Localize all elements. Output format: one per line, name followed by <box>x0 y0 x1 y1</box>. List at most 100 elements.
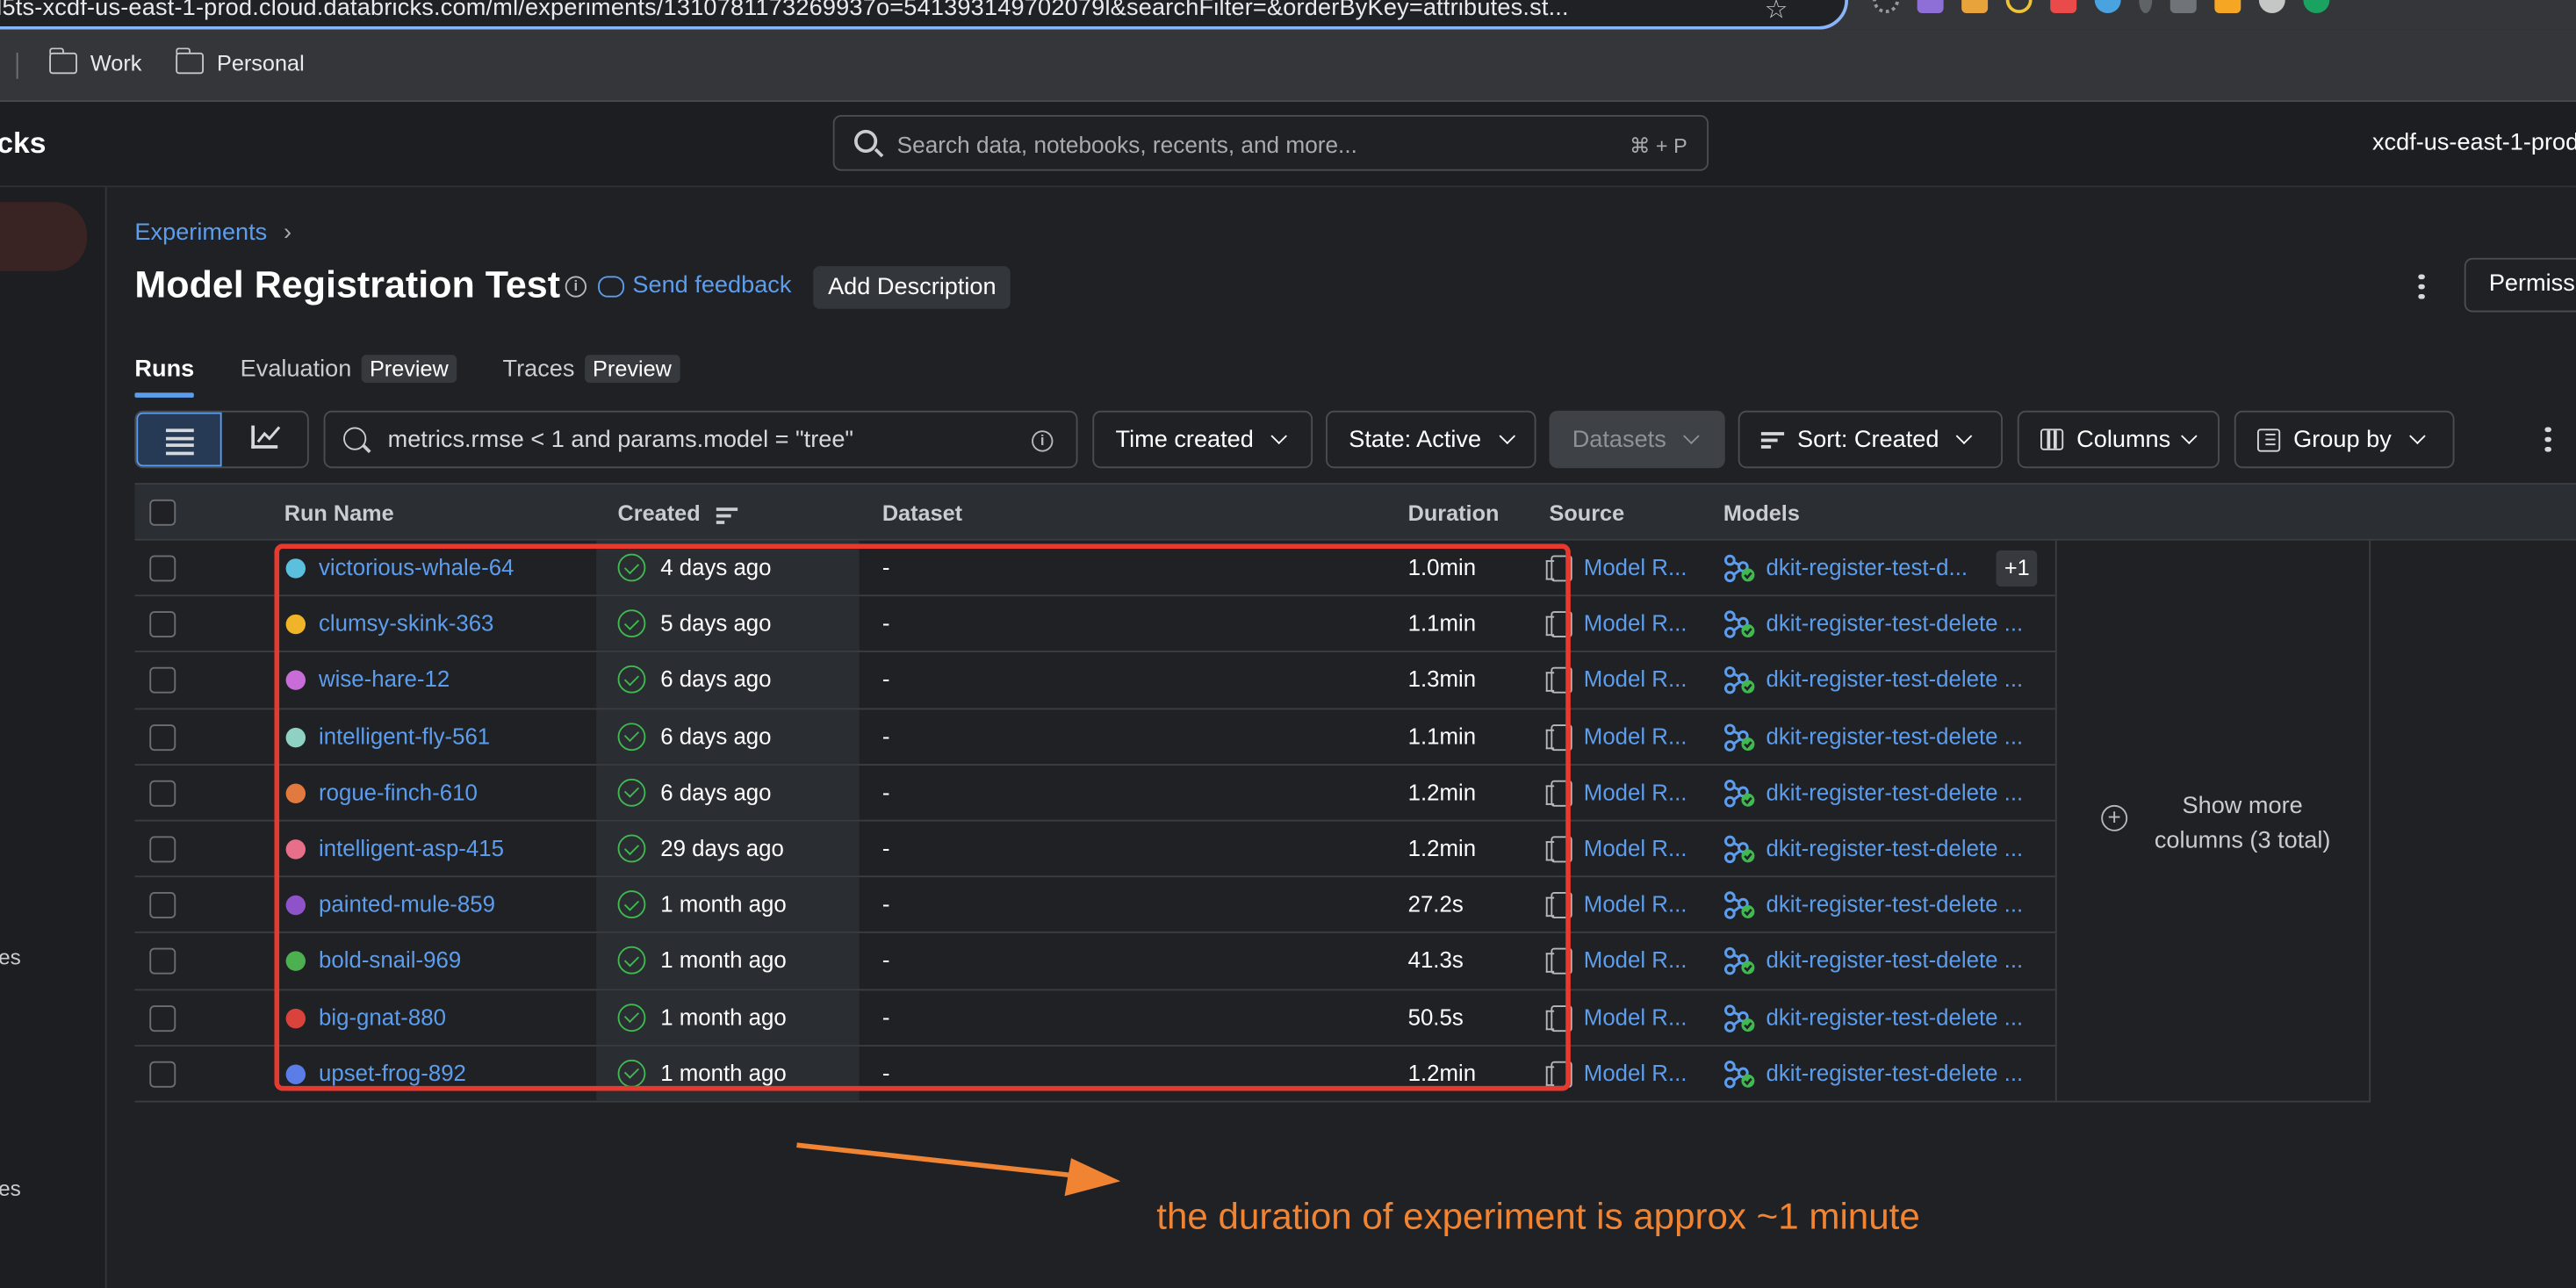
model-link[interactable]: dkit-register-test-delete ... <box>1767 836 2024 860</box>
source-link[interactable]: Model R... <box>1584 948 1687 973</box>
run-color-dot[interactable] <box>285 1008 306 1028</box>
row-checkbox[interactable] <box>149 780 176 807</box>
run-name-link[interactable]: bold-snail-969 <box>319 948 461 973</box>
more-options-icon[interactable] <box>2535 422 2561 455</box>
row-checkbox[interactable] <box>149 892 176 919</box>
column-header-source[interactable]: Source <box>1550 501 1625 526</box>
run-name-link[interactable]: painted-mule-859 <box>319 892 495 917</box>
source-link[interactable]: Model R... <box>1584 1061 1687 1085</box>
model-link[interactable]: dkit-register-test-delete ... <box>1767 611 2024 636</box>
model-link[interactable]: dkit-register-test-delete ... <box>1767 723 2024 748</box>
extension-icon[interactable] <box>2214 0 2241 13</box>
extension-icon[interactable] <box>1961 0 1989 13</box>
add-description-button[interactable]: Add Description <box>813 266 1011 309</box>
url-text[interactable]: l5ts-xcdf-us-east-1-prod.cloud.databrick… <box>0 0 1569 21</box>
run-color-dot[interactable] <box>285 671 306 691</box>
extension-icon[interactable] <box>2005 0 2033 13</box>
table-row[interactable]: wise-hare-12 6 days ago - 1.3min Model R... d… <box>134 652 2057 709</box>
source-link[interactable]: Model R... <box>1584 780 1687 804</box>
run-name-link[interactable]: upset-frog-892 <box>319 1061 466 1085</box>
row-checkbox[interactable] <box>149 948 176 975</box>
model-link[interactable]: dkit-register-test-d... <box>1767 555 1968 579</box>
row-checkbox[interactable] <box>149 611 176 638</box>
info-icon[interactable]: i <box>1032 430 1054 452</box>
row-checkbox[interactable] <box>149 836 176 863</box>
run-color-dot[interactable] <box>285 783 306 803</box>
extension-icon[interactable] <box>2094 0 2121 13</box>
source-link[interactable]: Model R... <box>1584 723 1687 748</box>
bookmark-work[interactable]: Work <box>48 47 141 76</box>
extension-icon[interactable] <box>2303 0 2330 13</box>
bookmark-star-icon[interactable]: ☆ <box>1765 0 1788 26</box>
run-color-dot[interactable] <box>285 839 306 860</box>
source-link[interactable]: Model R... <box>1584 667 1687 692</box>
more-options-icon[interactable] <box>2408 270 2435 302</box>
column-header-dataset[interactable]: Dataset <box>882 501 962 526</box>
model-link[interactable]: dkit-register-test-delete ... <box>1767 1004 2024 1029</box>
state-filter-dropdown[interactable]: State: Active <box>1326 410 1536 469</box>
run-name-link[interactable]: big-gnat-880 <box>319 1004 446 1029</box>
model-link[interactable]: dkit-register-test-delete ... <box>1767 892 2024 917</box>
address-bar[interactable]: l5ts-xcdf-us-east-1-prod.cloud.databrick… <box>0 0 1849 30</box>
send-feedback-link[interactable]: Send feedback <box>598 273 791 299</box>
column-header-created[interactable]: Created <box>618 501 740 526</box>
sidebar-item-active[interactable] <box>0 202 88 271</box>
run-color-dot[interactable] <box>285 1064 306 1084</box>
column-header-models[interactable]: Models <box>1723 501 1800 526</box>
table-view-button[interactable] <box>136 412 222 467</box>
sidebar-item-label[interactable]: es <box>0 945 21 969</box>
table-row[interactable]: intelligent-asp-415 29 days ago - 1.2min Mod… <box>134 821 2057 878</box>
filter-text[interactable]: metrics.rmse < 1 and params.model = "tre… <box>388 428 853 454</box>
table-row[interactable]: painted-mule-859 1 month ago - 27.2s Model R… <box>134 877 2057 934</box>
brand-logo[interactable]: cks <box>0 126 46 161</box>
run-name-link[interactable]: intelligent-asp-415 <box>319 836 504 860</box>
run-name-link[interactable]: victorious-whale-64 <box>319 555 514 579</box>
run-color-dot[interactable] <box>285 558 306 579</box>
extension-icon[interactable] <box>2139 0 2153 13</box>
extension-icon[interactable] <box>2050 0 2077 13</box>
tab-evaluation[interactable]: Evaluation Preview <box>241 355 457 396</box>
table-row[interactable]: rogue-finch-610 6 days ago - 1.2min Model R.… <box>134 765 2057 822</box>
source-link[interactable]: Model R... <box>1584 836 1687 860</box>
datasets-dropdown[interactable]: Datasets <box>1549 410 1725 469</box>
source-link[interactable]: Model R... <box>1584 1004 1687 1029</box>
model-link[interactable]: dkit-register-test-delete ... <box>1767 1061 2024 1085</box>
group-by-dropdown[interactable]: Group by <box>2234 410 2455 469</box>
sort-dropdown[interactable]: Sort: Created <box>1738 410 2003 469</box>
model-link[interactable]: dkit-register-test-delete ... <box>1767 667 2024 692</box>
columns-dropdown[interactable]: Columns <box>2017 410 2220 469</box>
time-created-dropdown[interactable]: Time created <box>1092 410 1313 469</box>
select-all-checkbox[interactable] <box>149 499 176 526</box>
extension-icon[interactable] <box>1873 0 1900 13</box>
row-checkbox[interactable] <box>149 1061 176 1088</box>
show-more-columns-button[interactable]: + Show more columns (3 total) <box>2054 540 2371 1103</box>
source-link[interactable]: Model R... <box>1584 555 1687 579</box>
bookmark-personal[interactable]: Personal <box>175 47 305 76</box>
row-checkbox[interactable] <box>149 555 176 582</box>
run-color-dot[interactable] <box>285 896 306 916</box>
column-header-run-name[interactable]: Run Name <box>284 501 394 526</box>
table-row[interactable]: clumsy-skink-363 5 days ago - 1.1min Model R… <box>134 596 2057 653</box>
run-name-link[interactable]: intelligent-fly-561 <box>319 723 490 748</box>
permissions-button[interactable]: Permissions <box>2464 257 2576 313</box>
more-models-badge[interactable]: +1 <box>1996 550 2039 587</box>
sort-desc-icon[interactable] <box>716 506 739 524</box>
extension-icon[interactable] <box>1917 0 1944 13</box>
run-name-link[interactable]: wise-hare-12 <box>319 667 450 692</box>
model-link[interactable]: dkit-register-test-delete ... <box>1767 780 2024 804</box>
breadcrumb-experiments-link[interactable]: Experiments <box>134 220 267 247</box>
source-link[interactable]: Model R... <box>1584 892 1687 917</box>
run-color-dot[interactable] <box>285 615 306 635</box>
tab-runs[interactable]: Runs <box>134 355 195 398</box>
table-row[interactable]: upset-frog-892 1 month ago - 1.2min Model R.… <box>134 1046 2057 1103</box>
sidebar-item-label[interactable]: es <box>0 1176 21 1201</box>
row-checkbox[interactable] <box>149 1004 176 1032</box>
extension-icon[interactable] <box>2258 0 2285 13</box>
run-color-dot[interactable] <box>285 952 306 972</box>
run-filter-input[interactable]: metrics.rmse < 1 and params.model = "tre… <box>323 410 1078 469</box>
run-name-link[interactable]: rogue-finch-610 <box>319 780 478 804</box>
run-name-link[interactable]: clumsy-skink-363 <box>319 611 493 636</box>
model-link[interactable]: dkit-register-test-delete ... <box>1767 948 2024 973</box>
table-row[interactable]: intelligent-fly-561 6 days ago - 1.1min Mode… <box>134 709 2057 766</box>
column-header-duration[interactable]: Duration <box>1408 501 1500 526</box>
